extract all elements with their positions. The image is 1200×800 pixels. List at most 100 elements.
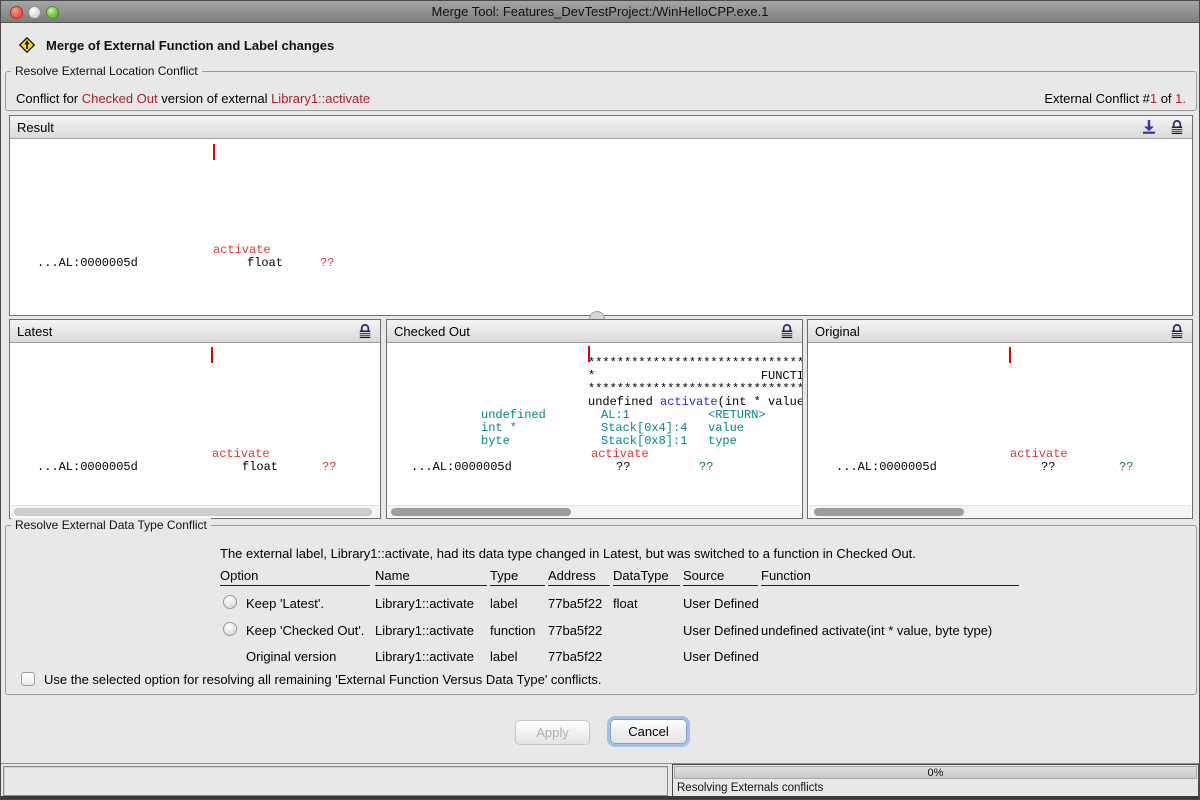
lock-icon[interactable] [1169, 323, 1185, 339]
apply-button[interactable]: Apply [515, 720, 590, 745]
checked-out-listing: ****************************************… [387, 344, 802, 518]
horizontal-scrollbar[interactable] [809, 505, 1191, 517]
lock-icon[interactable] [1169, 119, 1185, 135]
latest-panel-title: Latest [17, 324, 52, 339]
merge-tool-window: Merge Tool: Features_DevTestProject:/Win… [0, 0, 1200, 800]
lock-icon[interactable] [779, 323, 795, 339]
name-cell: Library1::activate [375, 596, 474, 611]
listing-address: ...AL:0000005d [411, 461, 512, 474]
conflict-counter: External Conflict #1 of 1. [1044, 91, 1186, 106]
source-cell: User Defined [683, 596, 759, 611]
listing-qmarks: ?? [616, 461, 630, 474]
cursor-marker [211, 347, 213, 363]
counter-middle: of [1157, 91, 1175, 106]
merge-header-title: Merge of External Function and Label cha… [46, 38, 334, 53]
merge-header: Merge of External Function and Label cha… [19, 37, 334, 53]
counter-total: 1. [1175, 91, 1186, 106]
listing-label: activate [1010, 448, 1068, 461]
use-for-all-label[interactable]: Use the selected option for resolving al… [44, 672, 602, 687]
location-conflict-group-title: Resolve External Location Conflict [11, 64, 202, 78]
cursor-marker [213, 144, 215, 160]
status-bar-left [3, 766, 668, 796]
column-header-function: Function [761, 568, 1019, 586]
conflict-text: Conflict for Checked Out version of exte… [16, 91, 370, 106]
cursor-marker [1009, 347, 1011, 363]
original-listing: activate ...AL:0000005d ?? ?? [808, 344, 1192, 518]
checked-out-panel: Checked Out ****************************… [386, 319, 803, 519]
column-header-name: Name [375, 568, 487, 586]
merge-warning-icon [19, 37, 35, 53]
column-header-type: Type [490, 568, 545, 586]
listing-address: ...AL:0000005d [37, 257, 138, 270]
latest-panel: Latest activate ...AL:0000005d float ?? [9, 319, 381, 519]
result-panel: Result activate ...AL:0000005d float ?? [9, 115, 1193, 316]
name-cell: Library1::activate [375, 649, 474, 664]
progress-bar: 0% [674, 766, 1197, 779]
lock-icon[interactable] [357, 323, 373, 339]
name-cell: Library1::activate [375, 623, 474, 638]
down-arrow-icon[interactable] [1141, 119, 1157, 135]
listing-datatype: float [242, 461, 278, 474]
traffic-close-button[interactable] [10, 6, 23, 19]
column-header-option: Option [220, 568, 370, 586]
conflict-text-middle: version of external [158, 91, 271, 106]
column-header-datatype: DataType [613, 568, 680, 586]
conflict-description: The external label, Library1::activate, … [220, 546, 916, 561]
sig-params: (int * value, byte type) [718, 395, 802, 409]
option-cell: Original version [246, 649, 336, 664]
datatype-conflict-group: Resolve External Data Type Conflict The … [5, 525, 1197, 695]
option-cell[interactable]: Keep 'Latest'. [246, 596, 324, 611]
status-bar-right: 0% Resolving Externals conflicts [672, 764, 1199, 797]
listing-qmarks: ?? [1119, 461, 1133, 474]
original-panel-title: Original [815, 324, 860, 339]
listing-address: ...AL:0000005d [37, 461, 138, 474]
sig-function-name: activate [660, 395, 718, 409]
source-cell: User Defined [683, 649, 759, 664]
listing-qmarks: ?? [699, 461, 713, 474]
listing-datatype: float [247, 257, 283, 270]
address-cell: 77ba5f22 [548, 649, 602, 664]
sig-return-type: undefined [588, 395, 660, 409]
param-name: type [708, 435, 737, 448]
result-listing: activate ...AL:0000005d float ?? [10, 140, 1192, 315]
function-cell: undefined activate(int * value, byte typ… [761, 623, 992, 638]
type-cell: label [490, 596, 517, 611]
original-panel-header: Original [808, 320, 1192, 343]
window-bottom-edge [1, 796, 1199, 799]
counter-current: 1 [1150, 91, 1157, 106]
traffic-minimize-button[interactable] [28, 6, 41, 19]
scrollbar-thumb[interactable] [391, 508, 571, 516]
checked-out-panel-title: Checked Out [394, 324, 470, 339]
result-panel-title: Result [17, 120, 54, 135]
original-panel: Original activate ...AL:0000005d ?? ?? [807, 319, 1193, 519]
titlebar[interactable]: Merge Tool: Features_DevTestProject:/Win… [1, 1, 1199, 23]
horizontal-scrollbar[interactable] [388, 505, 801, 517]
use-for-all-checkbox[interactable] [21, 672, 35, 686]
source-cell: User Defined [683, 623, 759, 638]
option-cell[interactable]: Keep 'Checked Out'. [246, 623, 364, 638]
datatype-conflict-group-title: Resolve External Data Type Conflict [11, 518, 211, 532]
address-cell: 77ba5f22 [548, 596, 602, 611]
listing-qmarks: ?? [1041, 461, 1055, 474]
scrollbar-thumb[interactable] [814, 508, 964, 516]
conflict-text-prefix: Conflict for [16, 91, 82, 106]
radio-keep-checked-out[interactable] [223, 622, 237, 636]
horizontal-scrollbar[interactable] [11, 505, 379, 517]
latest-panel-header: Latest [10, 320, 380, 343]
status-message: Resolving Externals conflicts [677, 782, 823, 794]
listing-address: ...AL:0000005d [836, 461, 937, 474]
address-cell: 77ba5f22 [548, 623, 602, 638]
column-header-address: Address [548, 568, 610, 586]
datatype-cell: float [613, 596, 638, 611]
latest-listing: activate ...AL:0000005d float ?? [10, 344, 380, 518]
cancel-button[interactable]: Cancel [610, 719, 687, 744]
checked-out-panel-header: Checked Out [387, 320, 802, 343]
traffic-zoom-button[interactable] [46, 6, 59, 19]
type-cell: label [490, 649, 517, 664]
param-type: byte [481, 435, 510, 448]
column-header-source: Source [683, 568, 758, 586]
scrollbar-thumb[interactable] [14, 508, 372, 516]
radio-keep-latest[interactable] [223, 595, 237, 609]
location-conflict-group: Resolve External Location Conflict Confl… [5, 71, 1197, 111]
result-panel-header: Result [10, 116, 1192, 139]
